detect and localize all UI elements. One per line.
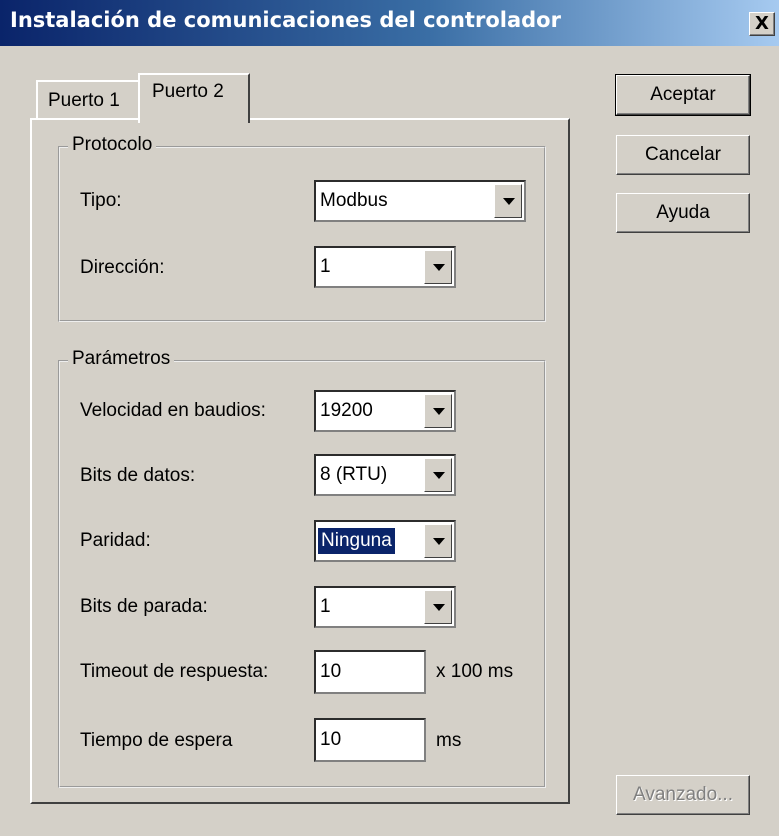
parity-value: Ninguna — [318, 528, 395, 554]
wait-label: Tiempo de espera — [80, 730, 233, 751]
tab-label: Puerto 2 — [152, 81, 224, 102]
stop-bits-select[interactable]: 1 — [314, 586, 456, 628]
accept-button[interactable]: Aceptar — [615, 74, 751, 116]
baud-select[interactable]: 19200 — [314, 390, 456, 432]
wait-value: 10 — [320, 729, 342, 750]
wait-unit: ms — [436, 730, 462, 751]
advanced-button[interactable]: Avanzado... — [616, 775, 750, 815]
tipo-select[interactable]: Modbus — [314, 180, 526, 222]
direccion-label: Dirección: — [80, 257, 165, 278]
wait-input[interactable]: 10 — [314, 718, 426, 762]
timeout-value: 10 — [320, 661, 342, 682]
stop-bits-label: Bits de parada: — [80, 596, 208, 617]
baud-value: 19200 — [320, 400, 373, 421]
timeout-unit: x 100 ms — [436, 661, 514, 682]
data-bits-label: Bits de datos: — [80, 465, 196, 486]
window-title: Instalación de comunicaciones del contro… — [10, 8, 561, 32]
stop-bits-value: 1 — [320, 596, 331, 617]
title-bar[interactable]: Instalación de comunicaciones del contro… — [0, 0, 779, 46]
chevron-down-icon[interactable] — [424, 524, 452, 558]
chevron-down-icon[interactable] — [494, 184, 522, 218]
chevron-down-icon[interactable] — [424, 458, 452, 492]
baud-label: Velocidad en baudios: — [80, 400, 266, 421]
params-group — [58, 360, 546, 788]
timeout-label: Timeout de respuesta: — [80, 661, 269, 682]
data-bits-value: 8 (RTU) — [320, 464, 388, 485]
params-legend: Parámetros — [68, 348, 175, 370]
tab-puerto-1[interactable]: Puerto 1 — [36, 80, 140, 118]
help-button[interactable]: Ayuda — [616, 193, 750, 233]
tipo-label: Tipo: — [80, 190, 122, 211]
tipo-value: Modbus — [320, 190, 388, 211]
protocol-legend: Protocolo — [68, 134, 157, 156]
chevron-down-icon[interactable] — [424, 394, 452, 428]
chevron-down-icon[interactable] — [424, 590, 452, 624]
direccion-select[interactable]: 1 — [314, 246, 456, 288]
tab-puerto-2[interactable]: Puerto 2 — [138, 73, 250, 123]
direccion-value: 1 — [320, 256, 331, 277]
close-button[interactable]: X — [749, 12, 775, 36]
cancel-button[interactable]: Cancelar — [616, 135, 750, 175]
parity-select[interactable]: Ninguna — [314, 520, 456, 562]
timeout-input[interactable]: 10 — [314, 650, 426, 694]
chevron-down-icon[interactable] — [424, 250, 452, 284]
tab-label: Puerto 1 — [48, 90, 120, 111]
data-bits-select[interactable]: 8 (RTU) — [314, 454, 456, 496]
protocol-group — [58, 146, 546, 322]
parity-label: Paridad: — [80, 530, 151, 551]
